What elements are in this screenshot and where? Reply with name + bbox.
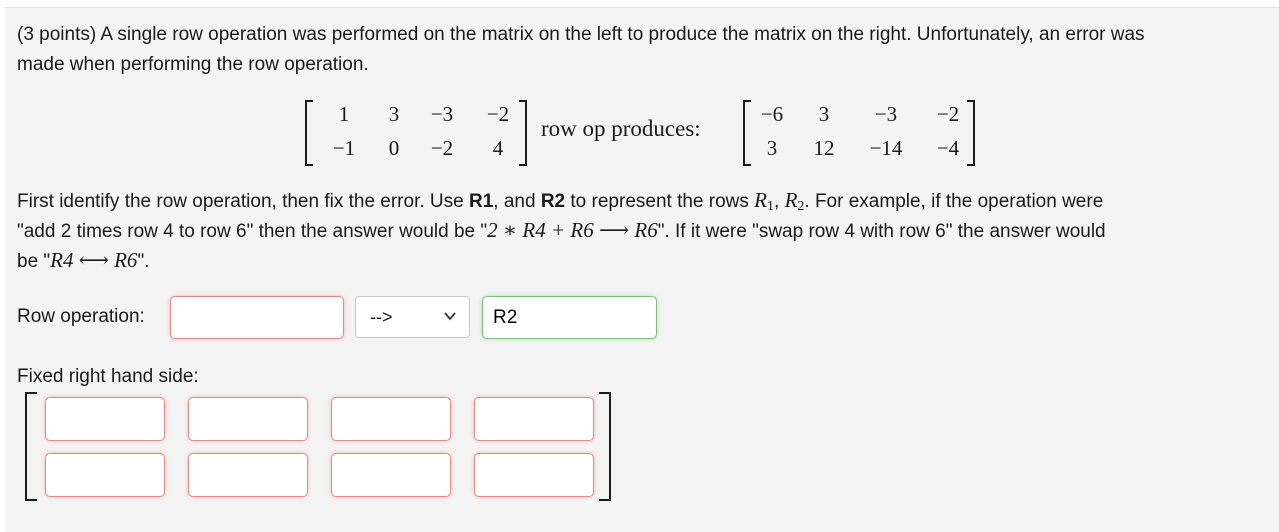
matrix-cell: −2 xyxy=(936,102,960,126)
row-operation-target-input[interactable] xyxy=(482,296,657,339)
example-swap-expression: R4 ⟷ R6 xyxy=(50,248,138,272)
row-op-produces-label: row op produces: xyxy=(541,116,701,141)
instructions-text: , xyxy=(774,191,785,212)
matrix-cell: 12 xyxy=(813,136,835,160)
rhs-bracket-left xyxy=(25,392,37,501)
row-operation-input[interactable] xyxy=(170,296,344,339)
instructions-text: be " xyxy=(17,251,51,272)
matrix-cell: 0 xyxy=(388,136,400,160)
matrix-right: −6 3 −3 −2 3 12 −14 −4 xyxy=(743,98,975,166)
row-symbol-sub: 1 xyxy=(767,199,774,214)
select-value: --> xyxy=(370,307,393,327)
rhs-cell-input[interactable] xyxy=(45,397,165,441)
r1-label: R1 xyxy=(468,191,494,212)
instructions-text: ". If it were "swap row 4 with row 6" th… xyxy=(657,221,1106,242)
row-operation-arrow-select[interactable]: --> xyxy=(355,296,470,338)
instructions-text: First identify the row operation, then f… xyxy=(17,191,469,212)
example-expression: 2 ∗ R4 + R6 ⟶ R6 xyxy=(487,218,658,242)
row-symbol: R1 xyxy=(754,188,774,214)
matrix-cell: 3 xyxy=(388,102,400,126)
matrix-cell: −2 xyxy=(430,136,454,160)
matrix-cell: −3 xyxy=(874,102,898,126)
chevron-down-icon xyxy=(444,312,456,321)
matrix-cell: −6 xyxy=(760,102,784,126)
rhs-cell-input[interactable] xyxy=(331,397,451,441)
row-symbol: R2 xyxy=(784,188,805,214)
rhs-cell-input[interactable] xyxy=(188,453,308,497)
instructions-line-2: "add 2 times row 4 to row 6" then the an… xyxy=(17,215,1106,247)
question-line-2: made when performing the row operation. xyxy=(17,54,369,75)
rhs-cell-input[interactable] xyxy=(188,397,308,441)
row-symbol-letter: R xyxy=(754,188,767,212)
matrix-cell: 1 xyxy=(338,102,350,126)
instructions-text: "add 2 times row 4 to row 6" then the an… xyxy=(17,221,488,242)
rhs-cell-input[interactable] xyxy=(474,397,594,441)
matrix-left: 1 3 −3 −2 −1 0 −2 4 xyxy=(305,98,527,166)
fixed-rhs-label: Fixed right hand side: xyxy=(17,366,199,387)
instructions-text: . For example, if the operation were xyxy=(804,191,1104,212)
instructions-text: ". xyxy=(137,251,150,272)
r2-label: R2 xyxy=(540,191,566,212)
rhs-cell-input[interactable] xyxy=(474,453,594,497)
matrix-cell: 3 xyxy=(766,136,778,160)
matrix-cell: 3 xyxy=(818,102,830,126)
rhs-cell-input[interactable] xyxy=(331,453,451,497)
rhs-bracket-right xyxy=(599,392,611,501)
matrix-cell: 4 xyxy=(492,136,504,160)
row-symbol-letter: R xyxy=(784,188,798,212)
row-operation-label: Row operation: xyxy=(17,306,145,327)
matrix-cell: −3 xyxy=(430,102,454,126)
question-panel: (3 points) A single row operation was pe… xyxy=(5,7,1279,532)
matrix-cell: −14 xyxy=(869,136,903,160)
rhs-cell-input[interactable] xyxy=(45,453,165,497)
matrix-cell: −1 xyxy=(332,136,356,160)
matrix-cell: −4 xyxy=(936,136,960,160)
matrix-left-bracket-left xyxy=(305,100,313,166)
instructions-text: to represent the rows xyxy=(565,191,755,212)
question-line-1: (3 points) A single row operation was pe… xyxy=(17,24,1145,45)
matrix-cell: −2 xyxy=(486,102,510,126)
instructions-line-3: be "R4 ⟷ R6". xyxy=(17,245,149,277)
instructions-text: , and xyxy=(493,191,541,212)
